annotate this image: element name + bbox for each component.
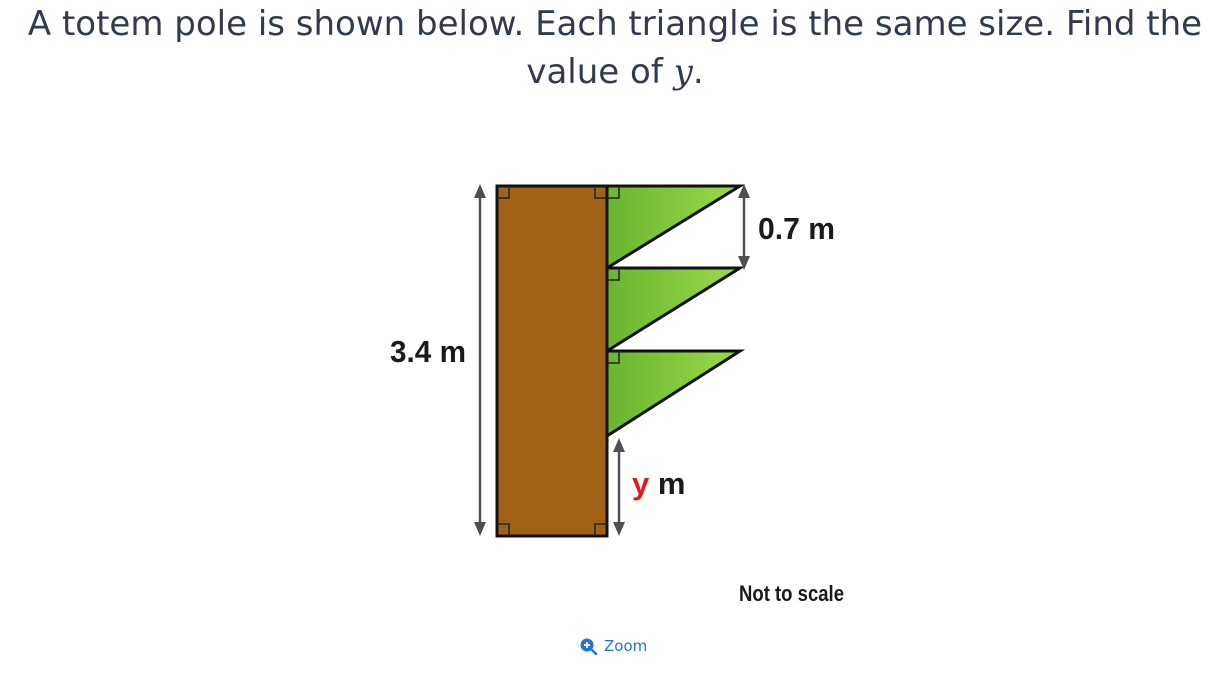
totem-pole-diagram: 3.4 m 0.7 m y m Not to scale (390, 184, 844, 606)
total-height-arrow (474, 184, 486, 536)
triangle-height-label: 0.7 m (758, 211, 835, 246)
y-variable-label: y (632, 466, 650, 501)
triangle-3 (605, 349, 746, 439)
pole-rectangle (495, 184, 609, 538)
zoom-button[interactable]: Zoom (580, 637, 647, 655)
zoom-in-icon (580, 638, 597, 655)
not-to-scale-label: Not to scale (739, 581, 844, 606)
y-height-arrow (613, 438, 625, 536)
y-unit-label: m (649, 466, 685, 501)
y-label: y m (632, 466, 685, 501)
triangle-height-arrow (738, 184, 750, 270)
zoom-label: Zoom (604, 637, 648, 655)
triangle-2 (605, 266, 746, 354)
total-height-label: 3.4 m (390, 334, 466, 369)
triangle-1 (605, 184, 746, 271)
